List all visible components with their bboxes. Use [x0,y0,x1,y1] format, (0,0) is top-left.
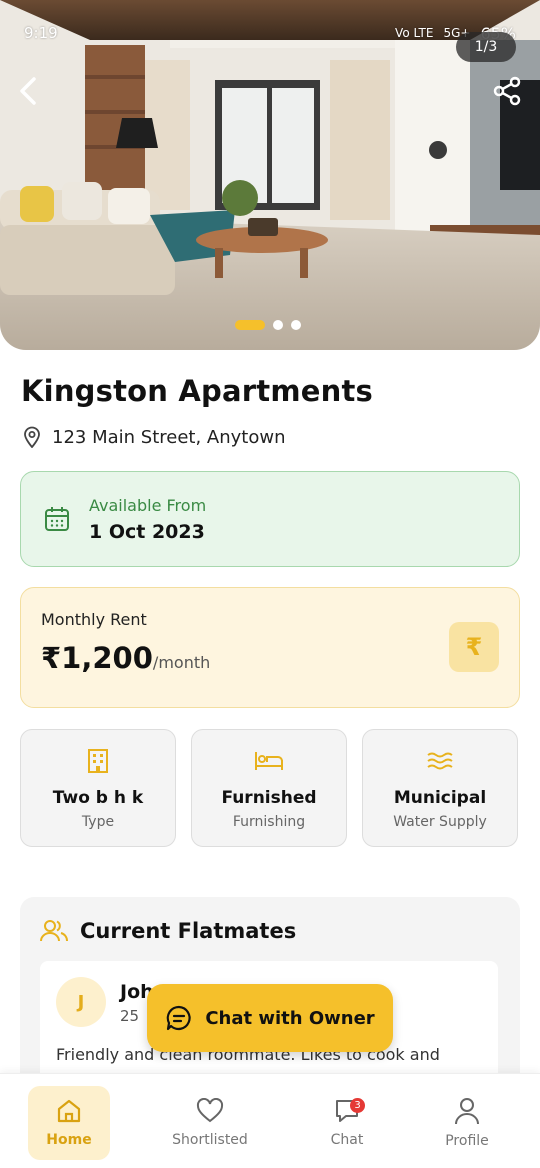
nav-label: Chat [330,1132,364,1148]
feature-key: Water Supply [393,814,487,830]
bottom-navigation: Home Shortlisted 3 Chat Profile [0,1073,540,1168]
feature-key: Type [81,814,115,830]
chevron-left-icon [20,77,36,105]
nav-label: Profile [445,1133,489,1149]
availability-label: Available From [89,495,207,515]
property-address: 123 Main Street, Anytown [22,426,285,448]
back-button[interactable] [18,76,52,110]
home-icon [57,1099,81,1123]
heart-icon [196,1098,224,1123]
feature-value: Furnished [221,788,317,808]
nav-label: Shortlisted [172,1132,248,1148]
users-icon [40,920,68,942]
nav-item-shortlisted[interactable]: Shortlisted [169,1086,251,1160]
nav-item-profile[interactable]: Profile [426,1086,508,1160]
rent-value: ₹1,200 [41,641,153,675]
notification-badge: 3 [350,1098,365,1113]
nav-label: Home [46,1132,92,1148]
feature-value: Two b h k [52,788,144,808]
flatmates-title: Current Flatmates [80,919,297,943]
property-image-carousel[interactable]: 9:19 Vo LTE 5G+ 65% 1/3 [0,0,540,350]
availability-card: Available From 1 Oct 2023 [20,471,520,567]
avatar: J [56,977,106,1027]
network-indicator: Vo LTE [395,26,434,40]
chat-button-label: Chat with Owner [205,1007,375,1029]
flatmate-age: 25 [120,1007,140,1025]
availability-date: 1 Oct 2023 [89,520,205,543]
rent-label: Monthly Rent [41,610,147,629]
calendar-icon [45,507,69,531]
rent-card: Monthly Rent ₹1,200/month ₹ [20,587,520,708]
building-icon [88,749,108,773]
chat-with-owner-button[interactable]: Chat with Owner [147,984,393,1052]
feature-card-furnishing: Furnished Furnishing [191,729,347,847]
feature-card-water: Municipal Water Supply [362,729,518,847]
bed-icon [255,752,283,770]
rupee-icon: ₹ [449,622,499,672]
image-counter: 1/3 [456,32,516,62]
share-button[interactable] [492,76,528,112]
location-pin-icon [24,426,40,448]
nav-item-chat[interactable]: 3 Chat [306,1086,388,1160]
carousel-dot[interactable] [273,320,283,330]
clock: 9:19 [24,24,58,42]
share-icon [493,76,521,106]
carousel-indicator [235,320,301,330]
feature-key: Furnishing [232,814,306,830]
rent-amount: ₹1,200/month [41,641,499,675]
nav-item-home[interactable]: Home [28,1086,110,1160]
chat-bubble-icon [167,1005,191,1031]
flatmates-header: Current Flatmates [40,919,500,943]
address-text: 123 Main Street, Anytown [52,426,286,448]
feature-value: Municipal [393,788,487,808]
person-icon [455,1098,479,1125]
property-title: Kingston Apartments [21,374,373,408]
property-detail-screen: 9:19 Vo LTE 5G+ 65% 1/3 [0,0,540,1168]
carousel-dot[interactable] [235,320,265,330]
rent-period: /month [152,653,211,672]
feature-card-type: Two b h k Type [20,729,176,847]
status-bar: 9:19 Vo LTE 5G+ 65% [24,22,516,44]
carousel-dot[interactable] [291,320,301,330]
water-icon [427,752,453,770]
